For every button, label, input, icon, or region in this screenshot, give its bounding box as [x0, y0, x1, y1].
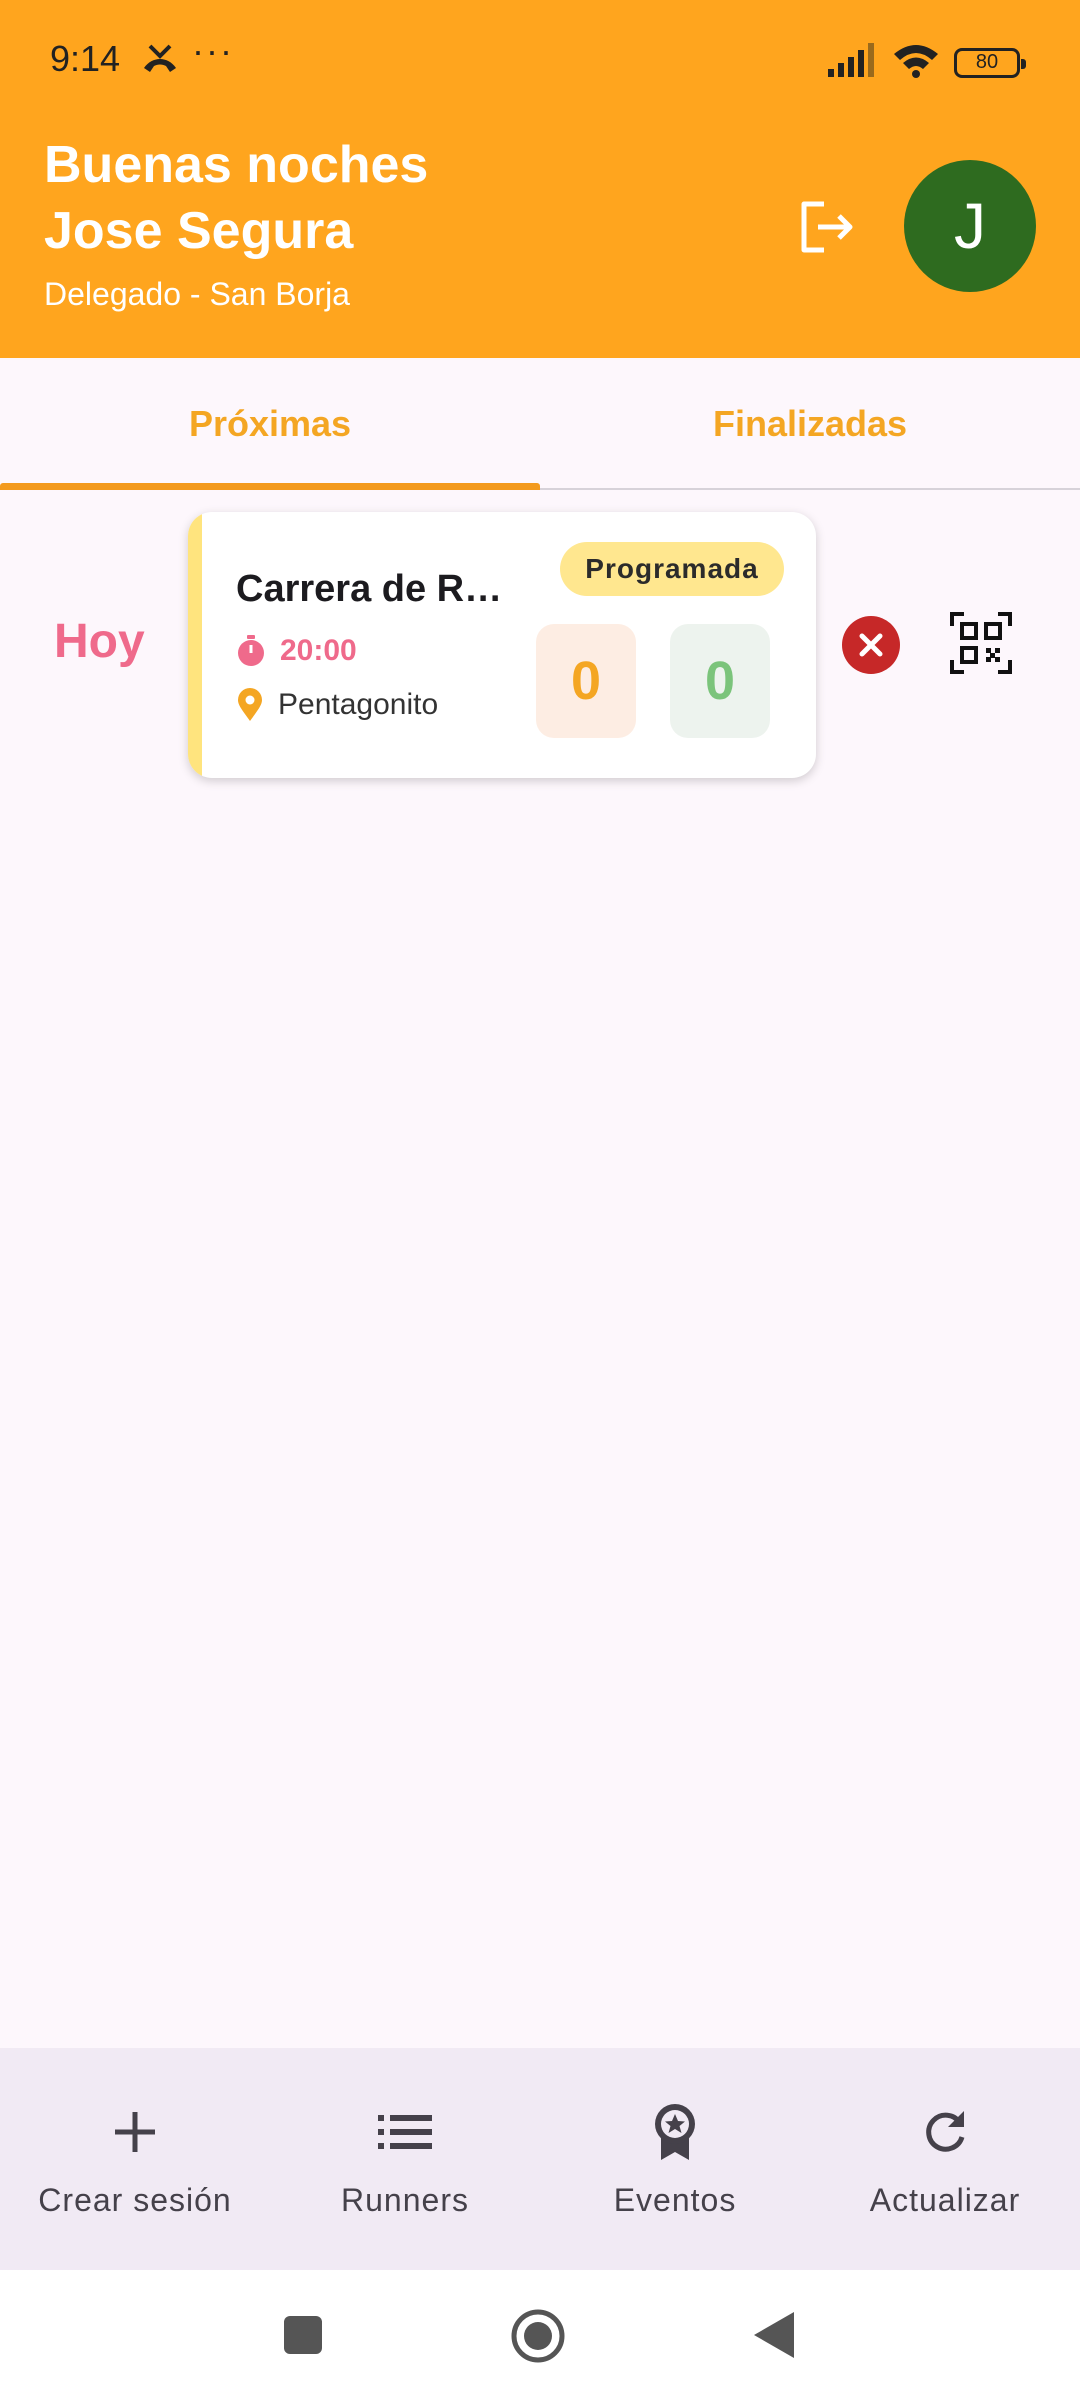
battery-icon: 80 — [954, 47, 1026, 78]
award-icon — [643, 2100, 707, 2164]
nav-crear-sesion[interactable]: Crear sesión — [0, 2048, 270, 2270]
nav-actualizar[interactable]: Actualizar — [810, 2048, 1080, 2270]
status-badge: Programada — [560, 542, 784, 596]
signal-icon — [828, 43, 878, 82]
cancel-session-button[interactable] — [842, 616, 900, 674]
nav-eventos[interactable]: Eventos — [540, 2048, 810, 2270]
wifi-icon — [892, 42, 940, 83]
status-bar: 9:14 ··· 80 — [0, 0, 1080, 120]
count-green: 0 — [670, 624, 770, 738]
missed-call-icon — [140, 42, 180, 81]
logout-icon — [801, 201, 853, 253]
close-icon — [859, 633, 883, 657]
session-card[interactable]: Carrera de Re... 20:00 Pentagonito Progr… — [188, 512, 816, 778]
tab-bar: Próximas Finalizadas — [0, 358, 1080, 490]
refresh-icon — [913, 2100, 977, 2164]
count-orange: 0 — [536, 624, 636, 738]
user-name: Jose Segura — [44, 202, 354, 260]
user-role: Delegado - San Borja — [44, 276, 350, 312]
bottom-nav: Crear sesión Runners Eventos Actualizar — [0, 2048, 1080, 2270]
nav-runners[interactable]: Runners — [270, 2048, 540, 2270]
tab-indicator — [0, 483, 540, 490]
session-time-row: 20:00 — [236, 634, 357, 668]
tab-finalizadas[interactable]: Finalizadas — [540, 358, 1080, 490]
recents-icon[interactable] — [282, 2314, 324, 2356]
qr-code-icon — [950, 612, 1012, 674]
qr-scan-button[interactable] — [950, 612, 1012, 674]
logout-button[interactable] — [796, 196, 858, 258]
greeting: Buenas noches Jose Segura — [44, 132, 428, 264]
location-pin-icon — [238, 688, 262, 721]
day-label: Hoy — [54, 615, 145, 668]
home-icon[interactable] — [510, 2308, 566, 2364]
greeting-line-1: Buenas noches — [44, 136, 429, 194]
nav-label: Eventos — [613, 2182, 737, 2218]
nav-label: Runners — [341, 2182, 469, 2218]
tab-proximas[interactable]: Próximas — [0, 358, 540, 490]
list-icon — [373, 2100, 437, 2164]
session-title: Carrera de Re... — [236, 568, 506, 610]
status-time: 9:14 — [50, 38, 121, 79]
session-place: Pentagonito — [278, 688, 439, 721]
battery-level: 80 — [975, 51, 999, 73]
nav-label: Actualizar — [869, 2182, 1021, 2218]
system-nav-bar — [0, 2270, 1080, 2400]
session-place-row: Pentagonito — [236, 688, 438, 722]
card-accent-bar — [188, 512, 202, 778]
app-header: 9:14 ··· 80 Buenas noches Jose Segura De… — [0, 0, 1080, 358]
nav-label: Crear sesión — [38, 2182, 232, 2218]
status-more-icon: ··· — [192, 30, 234, 71]
plus-icon — [103, 2100, 167, 2164]
back-icon[interactable] — [752, 2310, 796, 2360]
stopwatch-icon — [238, 635, 264, 666]
avatar[interactable]: J — [904, 160, 1036, 292]
session-time: 20:00 — [280, 634, 357, 667]
